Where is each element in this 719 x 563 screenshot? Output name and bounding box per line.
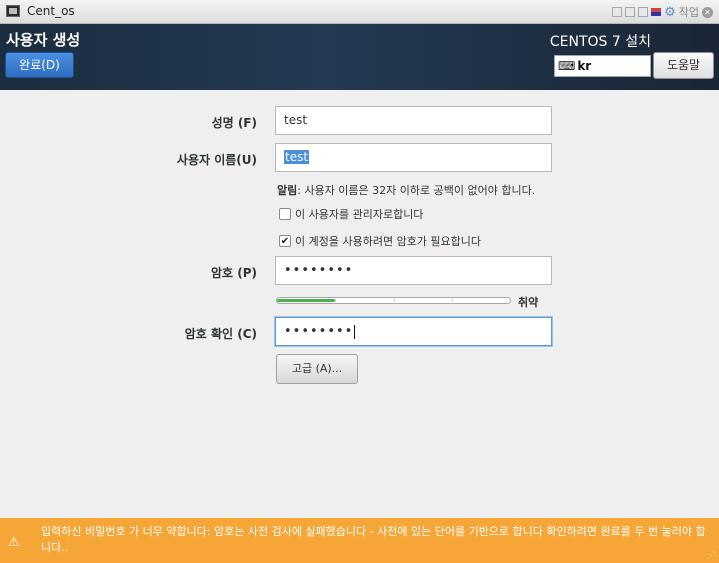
window-tile-icon[interactable] — [612, 7, 623, 17]
username-label: 사용자 이름(U) — [176, 153, 257, 167]
window-titlebar: Cent_os ⚙ 작업 ✕ — [0, 0, 719, 24]
username-value: test — [284, 150, 310, 164]
hint-text: : 사용자 이름은 32자 이하로 공백이 없어야 합니다. — [297, 184, 536, 197]
product-title: CENTOS 7 설치 — [549, 34, 651, 50]
done-button[interactable]: 완료(D) — [5, 52, 74, 78]
password-required-label[interactable]: 이 계정을 사용하려면 암호가 필요합니다 — [295, 233, 481, 249]
confirm-value: •••••••• — [284, 324, 354, 339]
password-strength-meter — [276, 297, 511, 304]
admin-checkbox-row[interactable]: 이 사용자를 관리자로합니다 — [279, 206, 423, 222]
fullname-value: test — [284, 113, 308, 127]
help-button[interactable]: 도움말 — [653, 52, 714, 79]
meter-divider — [335, 299, 336, 302]
window-minimize-icon[interactable] — [625, 7, 636, 17]
password-strength-label: 취약 — [518, 296, 539, 309]
window-app-icon — [6, 5, 20, 17]
admin-checkbox[interactable] — [279, 208, 291, 220]
window-maximize-icon[interactable] — [638, 7, 649, 17]
keyboard-layout-indicator[interactable]: ⌨ kr — [554, 55, 651, 77]
confirm-label: 암호 확인 (C) — [184, 327, 257, 341]
password-required-row[interactable]: ✔ 이 계정을 사용하려면 암호가 필요합니다 — [279, 233, 481, 249]
close-icon[interactable]: ✕ — [702, 6, 713, 18]
gear-icon[interactable]: ⚙ — [664, 6, 676, 19]
resize-grip-icon[interactable]: ⋰ — [707, 551, 716, 561]
advanced-button[interactable]: 고급 (A)... — [276, 354, 358, 384]
warning-icon: ⚠ — [8, 535, 20, 550]
hint-prefix: 알림 — [277, 184, 298, 197]
password-value: •••••••• — [284, 263, 354, 278]
workspace-label[interactable]: 작업 — [679, 4, 699, 20]
page-title: 사용자 생성 — [6, 31, 81, 49]
password-input[interactable]: •••••••• — [275, 256, 552, 285]
meter-divider — [394, 299, 395, 302]
admin-checkbox-label[interactable]: 이 사용자를 관리자로합니다 — [295, 206, 423, 222]
keyboard-icon: ⌨ — [558, 59, 576, 73]
window-title: Cent_os — [27, 4, 75, 18]
confirm-password-input[interactable]: •••••••• — [275, 317, 552, 346]
text-caret — [354, 324, 356, 339]
password-label: 암호 (P) — [210, 266, 257, 280]
fullname-input[interactable]: test — [275, 106, 552, 135]
keyboard-layout-label: kr — [577, 59, 592, 73]
password-required-checkbox[interactable]: ✔ — [279, 235, 291, 247]
language-flag-icon[interactable] — [651, 8, 662, 16]
window-controls: ⚙ 작업 ✕ — [612, 4, 713, 20]
meter-divider — [452, 299, 453, 302]
password-strength-fill — [277, 299, 335, 302]
warning-bar[interactable]: ⚠ 입력하신 비밀번호 가 너무 약합니다: 암호는 사전 검사에 실패했습니다… — [0, 518, 719, 563]
username-hint: 알림: 사용자 이름은 32자 이하로 공백이 없어야 합니다. — [277, 182, 535, 198]
username-input[interactable]: test — [275, 143, 552, 172]
warning-message: 입력하신 비밀번호 가 너무 약합니다: 암호는 사전 검사에 실패했습니다 -… — [41, 525, 706, 554]
fullname-label: 성명 (F) — [211, 116, 257, 130]
